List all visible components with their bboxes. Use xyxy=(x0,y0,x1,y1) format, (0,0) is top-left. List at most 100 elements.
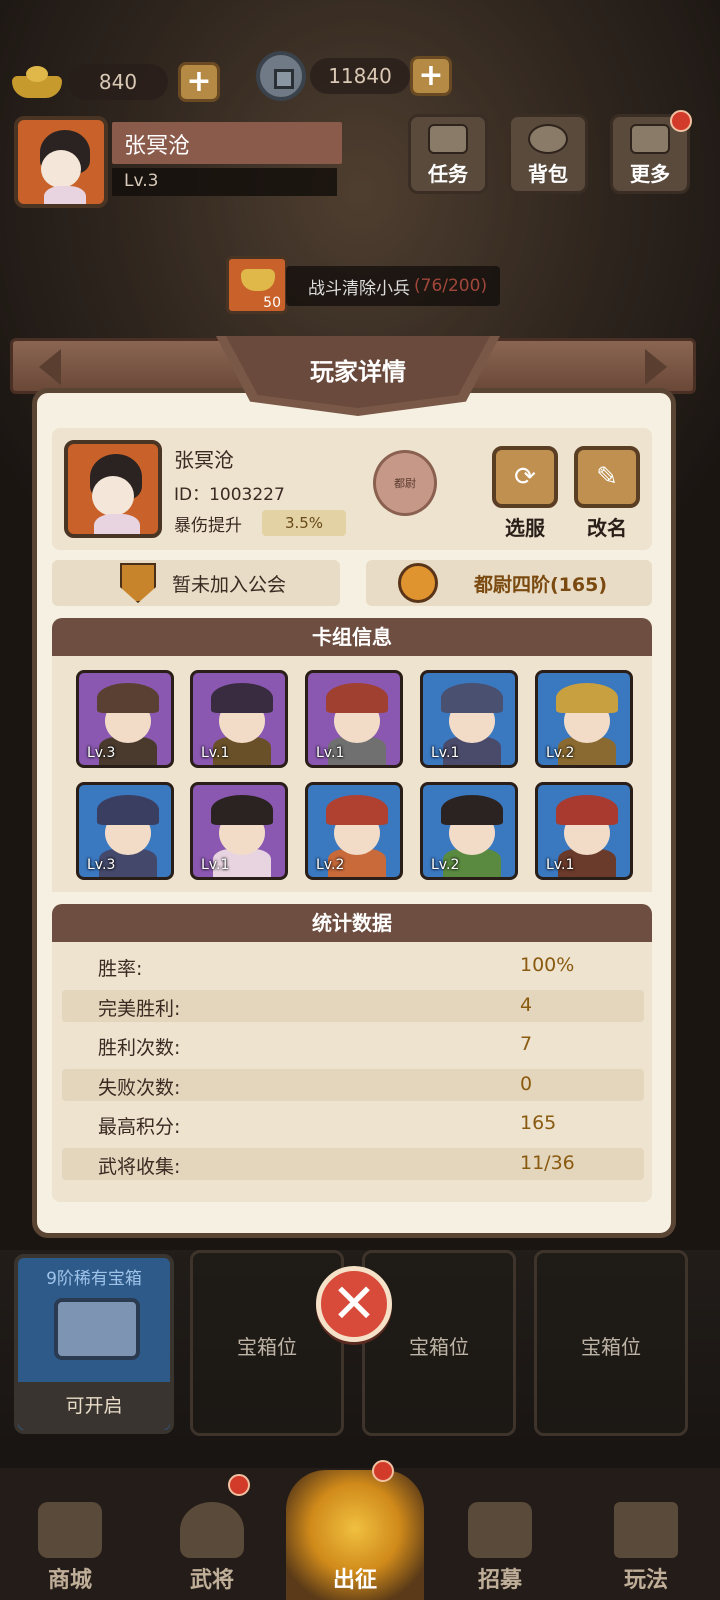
slot-label: 宝箱位 xyxy=(409,1335,469,1359)
nav-recruit[interactable]: 招募 xyxy=(430,1470,570,1600)
stat-row: 武将收集: 11/36 xyxy=(62,1147,644,1180)
refresh-icon: ⟳ xyxy=(514,462,536,492)
rank-seal-text: 都尉 xyxy=(394,477,416,490)
stat-value: 100% xyxy=(520,954,575,976)
hero-headgear xyxy=(211,683,273,713)
stat-value: 165 xyxy=(520,1112,557,1134)
close-icon: ✕ xyxy=(331,1272,377,1335)
hero-card[interactable]: Lv.1 xyxy=(535,782,633,880)
guild-info[interactable]: 暂未加入公会 xyxy=(52,560,340,606)
slot-label: 宝箱位 xyxy=(581,1335,641,1359)
stat-row: 失败次数: 0 xyxy=(62,1068,644,1101)
bag-label: 背包 xyxy=(528,162,568,186)
hero-card[interactable]: Lv.1 xyxy=(190,782,288,880)
notification-dot xyxy=(228,1474,250,1496)
profile-id: ID：1003227 xyxy=(174,485,285,505)
chest-slot-empty[interactable]: 宝箱位 xyxy=(362,1250,516,1436)
hero-headgear xyxy=(97,795,159,825)
quest-text: 战斗清除小兵 xyxy=(308,278,410,299)
chest-title: 9阶稀有宝箱 xyxy=(46,1269,142,1289)
slot-label: 宝箱位 xyxy=(237,1335,297,1359)
stat-label: 胜利次数: xyxy=(98,1037,181,1059)
hero-level: Lv.2 xyxy=(316,857,345,873)
banner-right-arrow xyxy=(645,349,667,385)
rare-chest-slot[interactable]: 9阶稀有宝箱 可开启 xyxy=(14,1254,174,1434)
select-server-label[interactable]: 选服 xyxy=(490,512,560,541)
player-name: 张冥沧 xyxy=(112,122,342,164)
avatar-face xyxy=(41,150,81,188)
more-label: 更多 xyxy=(630,162,670,186)
hero-headgear xyxy=(441,795,503,825)
battle-icon xyxy=(323,1502,387,1558)
task-label: 任务 xyxy=(428,162,468,186)
hero-card[interactable]: Lv.3 xyxy=(76,670,174,768)
stat-label: 胜率: xyxy=(98,958,143,980)
nav-battle-label: 出征 xyxy=(332,1568,377,1593)
close-button[interactable]: ✕ xyxy=(316,1266,392,1342)
task-button[interactable]: 任务 xyxy=(408,114,488,194)
nav-gameplay[interactable]: 玩法 xyxy=(576,1470,716,1600)
chest-open-label[interactable]: 可开启 xyxy=(18,1382,170,1430)
chest-slot-empty[interactable]: 宝箱位 xyxy=(190,1250,344,1436)
nav-heroes[interactable]: 武将 xyxy=(142,1470,282,1600)
panel-title: 玩家详情 xyxy=(310,358,406,386)
menu-icon xyxy=(630,124,670,154)
notification-dot xyxy=(372,1460,394,1482)
scroll-icon xyxy=(468,1502,532,1558)
rank-bag-icon xyxy=(398,563,438,603)
helmet-icon xyxy=(180,1502,244,1558)
profile-avatar-face xyxy=(92,476,134,516)
hero-card[interactable]: Lv.1 xyxy=(190,670,288,768)
gold-amount: 840 xyxy=(68,64,168,100)
add-gold-button[interactable]: + xyxy=(178,62,220,102)
profile-avatar xyxy=(64,440,162,538)
hero-level: Lv.1 xyxy=(201,857,230,873)
buff-value: 3.5% xyxy=(262,510,346,536)
stat-row: 胜利次数: 7 xyxy=(62,1029,644,1061)
buff-label: 暴伤提升 xyxy=(174,516,242,536)
hero-card[interactable]: Lv.2 xyxy=(420,782,518,880)
coin-currency: 11840 + xyxy=(256,51,452,101)
hero-headgear xyxy=(211,795,273,825)
pavilion-icon xyxy=(614,1502,678,1558)
nav-shop[interactable]: 商城 xyxy=(0,1470,140,1600)
add-coin-button[interactable]: + xyxy=(410,56,452,96)
hero-card[interactable]: Lv.1 xyxy=(420,670,518,768)
stat-value: 11/36 xyxy=(520,1151,575,1174)
quest-progress: (76/200) xyxy=(414,276,488,296)
nav-battle[interactable]: 出征 xyxy=(286,1470,424,1600)
ingot-icon xyxy=(241,269,275,291)
hero-headgear xyxy=(326,683,388,713)
hero-level: Lv.1 xyxy=(316,745,345,761)
nav-heroes-label: 武将 xyxy=(189,1568,234,1593)
nav-recruit-label: 招募 xyxy=(477,1568,522,1593)
copper-coin-icon xyxy=(256,51,306,101)
quest-reward-icon: 50 xyxy=(226,256,288,314)
shop-icon xyxy=(38,1502,102,1558)
hero-card[interactable]: Lv.2 xyxy=(535,670,633,768)
deck-section-title: 卡组信息 xyxy=(52,618,652,656)
stat-row: 完美胜利: 4 xyxy=(62,989,644,1022)
rename-label[interactable]: 改名 xyxy=(572,512,642,541)
stat-label: 完美胜利: xyxy=(98,997,181,1020)
hero-level: Lv.3 xyxy=(87,857,116,873)
hero-card[interactable]: Lv.1 xyxy=(305,670,403,768)
quest-tracker[interactable]: 50 战斗清除小兵 (76/200) xyxy=(226,256,502,314)
scroll-icon xyxy=(428,124,468,154)
coin-amount: 11840 xyxy=(310,58,410,94)
profile-avatar-body xyxy=(94,514,140,534)
rename-button[interactable]: ✎ xyxy=(574,446,640,508)
player-avatar[interactable] xyxy=(14,116,108,208)
hero-headgear xyxy=(441,683,503,713)
player-level: Lv.3 xyxy=(112,168,337,196)
select-server-button[interactable]: ⟳ xyxy=(492,446,558,508)
chest-slot-empty[interactable]: 宝箱位 xyxy=(534,1250,688,1436)
hero-level: Lv.1 xyxy=(546,857,575,873)
hero-headgear xyxy=(556,795,618,825)
hero-card[interactable]: Lv.2 xyxy=(305,782,403,880)
stat-value: 7 xyxy=(520,1033,533,1055)
bag-button[interactable]: 背包 xyxy=(508,114,588,194)
stat-value: 0 xyxy=(520,1072,533,1095)
hero-card[interactable]: Lv.3 xyxy=(76,782,174,880)
stat-value: 4 xyxy=(520,993,533,1016)
